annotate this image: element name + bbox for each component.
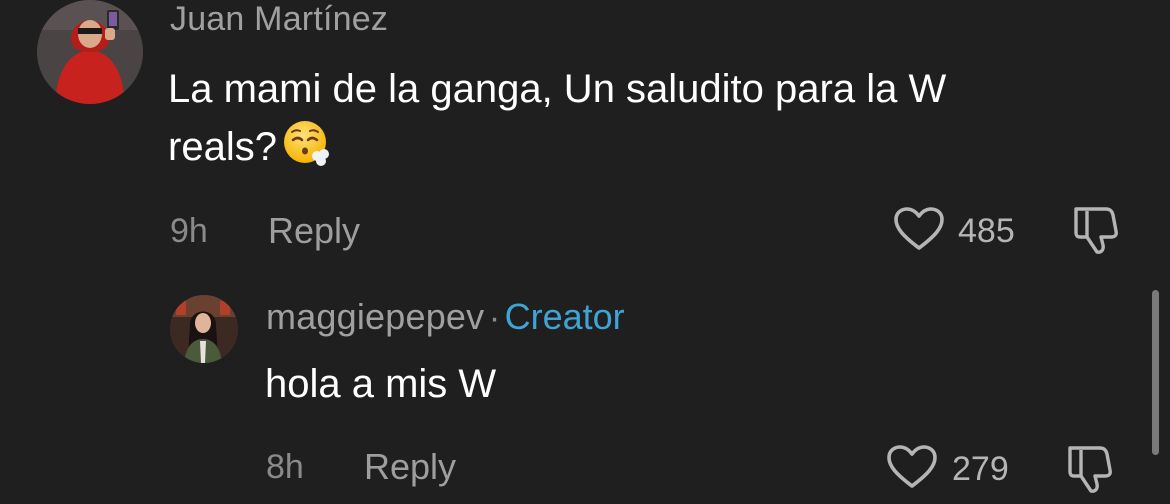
like-count: 485	[958, 212, 1015, 250]
thumbs-down-outline-icon[interactable]	[1064, 442, 1118, 494]
comment-text-line-2-text: reals?	[168, 125, 277, 169]
heart-outline-icon[interactable]	[886, 444, 938, 490]
reply-header: maggiepepev · Creator	[266, 296, 625, 338]
scrollbar[interactable]	[1152, 290, 1159, 455]
heart-outline-icon[interactable]	[893, 206, 945, 252]
user-avatar[interactable]	[37, 0, 143, 104]
face-exhaling-emoji	[281, 118, 331, 184]
creator-badge: Creator	[504, 296, 625, 337]
separator-dot: ·	[488, 299, 501, 337]
thumbs-down-outline-icon[interactable]	[1070, 203, 1124, 255]
avatar-photo	[37, 0, 143, 104]
reply-time: 8h	[266, 448, 304, 486]
comment-text: La mami de la ganga, Un saludito para la…	[168, 60, 1128, 184]
like-count: 279	[952, 450, 1009, 488]
comment-text-line-1: La mami de la ganga, Un saludito para la…	[168, 67, 947, 111]
comment-time: 9h	[170, 212, 208, 250]
creator-avatar[interactable]	[170, 295, 238, 363]
reply-button[interactable]: Reply	[364, 446, 456, 488]
comment-username[interactable]: Juan Martínez	[170, 0, 388, 39]
reply-button[interactable]: Reply	[268, 210, 360, 252]
reply-username[interactable]: maggiepepev	[266, 296, 484, 337]
reply-text: hola a mis W	[265, 362, 497, 406]
avatar-photo	[170, 295, 238, 363]
comment-text-line-2: reals?	[168, 118, 1128, 184]
